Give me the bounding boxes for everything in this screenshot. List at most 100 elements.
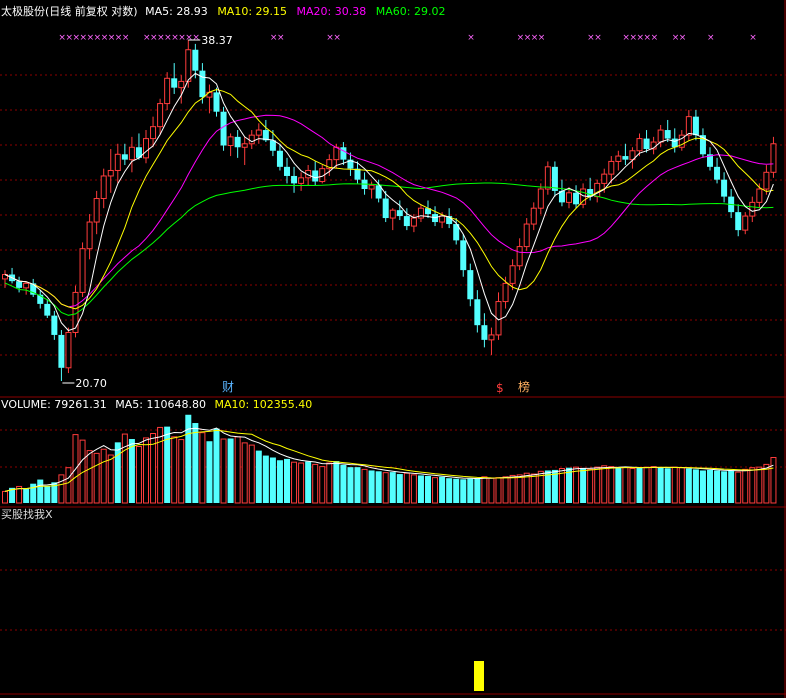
volume-bar-down (425, 475, 431, 503)
volume-bar-up (763, 463, 770, 504)
candle-body-down (573, 192, 580, 205)
volume-bar-up (523, 472, 530, 504)
candle-body-down (664, 130, 671, 139)
signal-marker: × (192, 33, 200, 43)
ma5-line (4, 72, 774, 332)
ma5-label: MA5: (145, 5, 173, 18)
candle-body-up (523, 223, 530, 248)
volume-bar-down (368, 470, 375, 503)
volume-bar-up (481, 476, 488, 504)
volume-bar-down (227, 438, 234, 503)
volume-bar-up (157, 426, 164, 504)
candle-body-up (530, 207, 537, 225)
volume-bar-down (699, 470, 706, 503)
volume-bar-down (128, 439, 135, 503)
stock-title: 太极股份(日线 前复权 对数) (1, 5, 138, 18)
ma10-value: 29.15 (255, 5, 288, 18)
volume-bar-down (657, 467, 664, 503)
candle-body-up (368, 184, 375, 190)
candle-body-down (234, 136, 241, 148)
candle-body-up (615, 155, 622, 162)
volume-bar-up (107, 454, 114, 504)
volume-bar-up (220, 438, 227, 504)
candle-body-up (65, 331, 72, 369)
candle-body-up (770, 143, 777, 173)
ma10-label: MA10: (217, 5, 253, 18)
candle-body-down (735, 212, 742, 231)
signal-marker: × (749, 33, 757, 43)
volume-bar-up (199, 432, 206, 504)
candlestick-series (2, 40, 777, 381)
candle-body-up (502, 282, 509, 303)
volume-bar-up (749, 467, 756, 504)
candle-body-up (657, 129, 664, 143)
max-price-label: 38.37 (201, 34, 233, 47)
volume-panel-header: VOLUME: 79261.31 MA5: 110648.80 MA10: 10… (1, 399, 312, 411)
volume-bar-down (23, 488, 30, 503)
volume-bar-up (382, 472, 389, 504)
candle-body-down (284, 166, 290, 176)
volume-bar-down (354, 467, 361, 503)
volume-bar-down (206, 441, 213, 503)
volume-bar-down (333, 461, 340, 503)
candle-body-down (312, 170, 319, 182)
event-marker-dollar[interactable]: $ (496, 382, 504, 394)
kline-chart-canvas: × × × × × × × × × × × × × × × × × × × × × × × × × × × × × × × × × × × × × ×38… (0, 0, 786, 698)
volume-bar-up (312, 463, 319, 504)
volume-bar-up (516, 474, 523, 504)
volume-bar-down (417, 475, 424, 503)
volume-bar-up (58, 474, 65, 504)
candle-body-up (488, 334, 495, 341)
candle-body-up (601, 173, 608, 184)
volume-bar-up (742, 468, 749, 504)
signal-marker: × (333, 33, 341, 43)
price-panel-header: 太极股份(日线 前复权 对数) MA5: 28.93 MA10: 29.15 M… (1, 6, 445, 18)
volume-bar-down (453, 478, 460, 503)
candle-body-down (199, 70, 206, 98)
candle-body-up (566, 192, 572, 203)
volume-bar-up (594, 466, 601, 504)
candle-body-up (439, 215, 446, 223)
volume-bar-down (664, 468, 671, 503)
signal-marker: × (538, 33, 546, 43)
candle-body-down (291, 175, 298, 184)
volume-bar-up (2, 490, 8, 504)
volume-bar-down (467, 478, 474, 503)
signal-marker: × (679, 33, 687, 43)
volume-bar-down (262, 455, 269, 503)
volume-bar-up (573, 466, 580, 504)
candle-body-down (171, 78, 178, 88)
event-marker-bang[interactable]: 榜 (518, 381, 530, 393)
candle-body-down (692, 116, 699, 136)
volume-bar-down (714, 470, 721, 503)
candle-body-up (23, 282, 30, 289)
ma20-label: MA20: (296, 5, 332, 18)
volume-bar-up (178, 439, 185, 504)
candle-body-up (93, 198, 100, 223)
candle-body-up (608, 160, 615, 175)
candle-body-up (79, 248, 86, 293)
candle-body-up (241, 143, 248, 148)
volume-bar-down (446, 478, 453, 503)
candle-body-down (16, 281, 23, 288)
candle-body-up (636, 138, 643, 152)
event-marker-cai[interactable]: 财 (222, 381, 234, 393)
candle-body-up (107, 169, 114, 177)
volume-label: VOLUME: (1, 398, 51, 411)
volume-bar-up (735, 471, 742, 504)
volume-bar-down (347, 467, 354, 503)
volume-bar-down (305, 461, 312, 503)
volume-bar-up (495, 477, 502, 504)
ma60-value: 29.02 (413, 5, 446, 18)
signal-marker: × (122, 33, 130, 43)
candle-body-up (128, 146, 135, 161)
volume-series (2, 414, 777, 504)
candle-body-down (396, 210, 403, 217)
candle-body-down (721, 179, 728, 197)
candle-body-up (227, 136, 234, 147)
candle-body-down (671, 138, 678, 148)
candle-body-down (121, 154, 128, 160)
candle-body-down (192, 49, 199, 71)
volume-bar-down (255, 450, 262, 503)
candle-body-down (460, 240, 467, 271)
